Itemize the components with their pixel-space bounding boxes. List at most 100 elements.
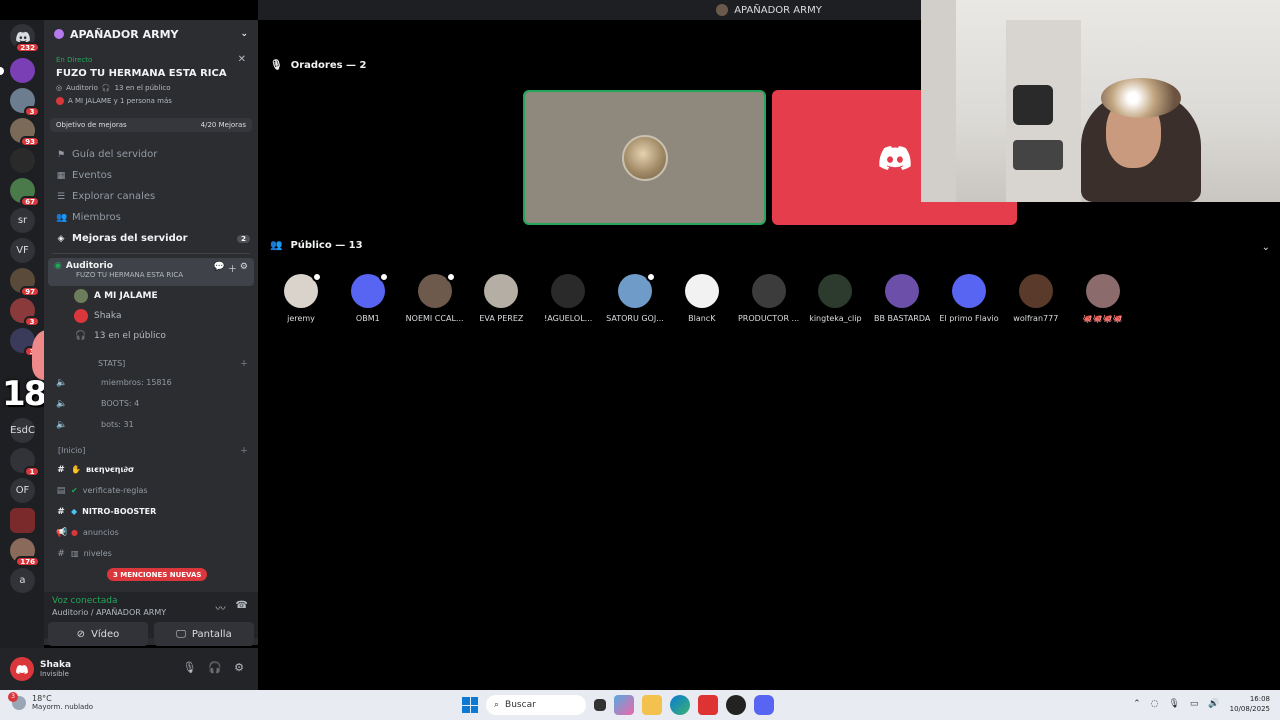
avatar (484, 274, 519, 308)
stage-channel-icon: ◉ (54, 261, 62, 271)
chevron-up-icon[interactable]: ⌃ (1133, 699, 1141, 709)
audience-member[interactable]: !AGUELOL... (535, 274, 601, 323)
avatar[interactable] (10, 657, 34, 681)
audience-name: 🐙🐙🐙🐙 (1082, 314, 1123, 323)
gear-icon[interactable]: ⚙ (234, 661, 244, 674)
unread-badge: 67 (20, 196, 40, 207)
noise-suppression-icon[interactable]: 〰 (216, 600, 226, 615)
volume-icon[interactable]: 🔊 (1208, 699, 1219, 709)
server-icon[interactable]: 1 (10, 448, 40, 477)
nav-browse-channels[interactable]: ☰ Explorar canales (44, 186, 258, 207)
taskview-icon[interactable] (594, 699, 606, 711)
edge-icon[interactable] (670, 695, 690, 715)
server-icon[interactable]: 3 (10, 298, 40, 327)
disconnect-icon[interactable]: ☎ (236, 600, 248, 615)
nav-members[interactable]: 👥 Miembros (44, 207, 258, 228)
text-channel[interactable]: # ◆ NITRO-BOOSTER (44, 501, 258, 522)
stat-channel[interactable]: 🔈 bots: 31 (44, 414, 258, 435)
chat-icon[interactable]: 💬 (214, 262, 225, 275)
taskbar-search[interactable]: ⌕ Buscar (486, 695, 586, 715)
headphones-icon[interactable]: 🎧 (208, 661, 222, 674)
live-channel: Auditorio (66, 84, 98, 92)
new-mentions-badge[interactable]: 3 MENCIONES NUEVAS (107, 568, 208, 581)
voice-user[interactable]: A MI JALAME (44, 286, 258, 306)
category-inicio[interactable]: [Inicio] ＋ (44, 441, 258, 459)
screen-share-button[interactable]: 🖵 Pantalla (154, 622, 254, 646)
text-channel[interactable]: # ▥ niveles (44, 543, 258, 564)
check-icon: ✔ (71, 486, 78, 495)
nav-server-boosts[interactable]: ◈ Mejoras del servidor 2 (44, 228, 258, 249)
direct-messages-icon[interactable]: 232 (10, 24, 40, 53)
plus-icon[interactable]: ＋ (240, 358, 248, 369)
server-header[interactable]: APAÑADOR ARMY ⌄ (44, 20, 258, 48)
audience-member[interactable]: PRODUCTOR ... (736, 274, 802, 323)
stat-channel[interactable]: 🔈 miembros: 15816 (44, 372, 258, 393)
nav-server-guide[interactable]: ⚑ Guía del servidor (44, 144, 258, 165)
server-icon-sr[interactable]: sr (10, 208, 35, 233)
boost-goal-bar[interactable]: Objetivo de mejoras 4/20 Mejoras (50, 118, 252, 132)
microphone-icon[interactable]: 🎙 (182, 661, 196, 674)
server-icon-of[interactable]: OF (10, 478, 35, 503)
discord-taskbar-icon[interactable] (754, 695, 774, 715)
weather-widget[interactable]: 3 18°C Mayorm. nublado (8, 691, 93, 711)
clock[interactable]: 16:08 10/08/2025 (1230, 694, 1270, 714)
app-icon[interactable] (726, 695, 746, 715)
chevron-down-icon[interactable]: ⌄ (1262, 242, 1270, 253)
avatar (56, 97, 64, 105)
stat-channel[interactable]: 🔈 BOOTS: 4 (44, 393, 258, 414)
audience-member[interactable]: BlancK (669, 274, 735, 323)
copilot-icon[interactable] (614, 695, 634, 715)
audience-member[interactable]: NOEMI CCAL... (402, 272, 468, 323)
server-icon[interactable]: 176 (10, 538, 40, 567)
audience-member[interactable]: BB BASTARDA (869, 274, 935, 323)
microphone-icon[interactable]: 🎙 (1168, 699, 1179, 709)
text-channel[interactable]: # ✋ вιєηνєηι∂σ (44, 459, 258, 480)
unread-badge: 93 (20, 136, 40, 147)
audience-member[interactable]: EVA PEREZ (468, 274, 534, 323)
speaker-tile[interactable] (523, 90, 766, 225)
plus-icon[interactable]: ＋ (240, 445, 248, 456)
server-icon[interactable] (10, 508, 35, 533)
audience-icon: 👥 (270, 240, 283, 251)
file-explorer-icon[interactable] (642, 695, 662, 715)
live-stage-card[interactable]: En Directo FUZO TU HERMANA ESTA RICA ◎ A… (50, 52, 252, 114)
voice-user[interactable]: Shaka (44, 306, 258, 326)
nav-events[interactable]: ▦ Eventos (44, 165, 258, 186)
cloud-icon: 3 (8, 691, 26, 710)
shield-icon[interactable]: ◌ (1151, 699, 1159, 709)
server-icon[interactable] (0, 58, 35, 83)
gear-icon[interactable]: ⚙ (240, 262, 248, 275)
wps-icon[interactable] (698, 695, 718, 715)
monitor-icon[interactable]: ▭ (1190, 699, 1199, 709)
server-icon[interactable]: 3 (10, 88, 40, 117)
text-channel[interactable]: ▤ ✔ verificate-reglas (44, 480, 258, 501)
audience-name: EVA PEREZ (479, 314, 524, 323)
speaker-icon: 🔈 (56, 419, 68, 430)
channel-label: miembros: 15816 (101, 378, 172, 387)
audience-member[interactable]: El primo Flavio (936, 274, 1002, 323)
audience-member[interactable]: OBM1 (335, 272, 401, 323)
announcement-channel[interactable]: 📢 ● anuncios (44, 522, 258, 543)
server-icon-esdc[interactable]: EsdC (10, 418, 35, 443)
windows-start-icon[interactable] (462, 697, 478, 713)
add-member-icon[interactable]: ＋ (228, 262, 237, 275)
voice-channel-auditorio[interactable]: ◉ Auditorio FUZO TU HERMANA ESTA RICA 💬 … (48, 258, 254, 286)
server-icon[interactable]: 97 (10, 268, 40, 297)
audience-member[interactable]: wolfran777 (1003, 274, 1069, 323)
close-icon[interactable]: ✕ (238, 54, 246, 65)
server-icon[interactable]: 93 (10, 118, 40, 147)
server-icon[interactable] (10, 148, 35, 173)
server-icon[interactable]: 67 (10, 178, 40, 207)
audience-member[interactable]: kingteka_clip (802, 274, 868, 323)
video-label: Vídeo (91, 628, 120, 640)
category-stats[interactable]: STATS] ＋ (44, 354, 258, 372)
video-button[interactable]: ⊘ Vídeo (48, 622, 148, 646)
server-icon-vf[interactable]: VF (10, 238, 35, 263)
headphones-icon: 🎧 (75, 331, 87, 341)
server-name: APAÑADOR ARMY (70, 27, 179, 41)
audience-member[interactable]: 🐙🐙🐙🐙 (1070, 274, 1136, 323)
server-icon-a[interactable]: a (10, 568, 35, 593)
voice-audience[interactable]: 🎧 13 en el público (44, 326, 258, 346)
audience-member[interactable]: SATORU GOJ... (602, 272, 668, 323)
audience-member[interactable]: jeremy (268, 272, 334, 323)
